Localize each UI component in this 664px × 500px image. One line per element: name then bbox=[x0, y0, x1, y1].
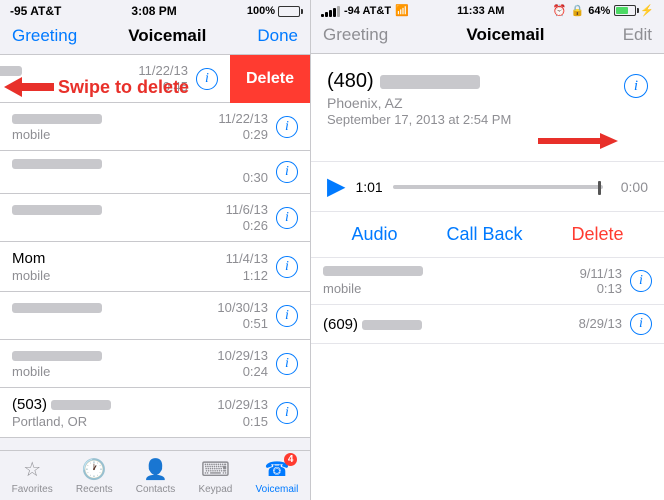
time-right: 11:33 AM bbox=[457, 5, 504, 17]
star-icon: ☆ bbox=[23, 457, 41, 482]
left-panel: -95 AT&T 3:08 PM 100% Greeting Voicemail… bbox=[0, 0, 310, 500]
title-right: Voicemail bbox=[466, 25, 544, 45]
info-icon-5[interactable]: i bbox=[276, 256, 298, 278]
vm-row-5[interactable]: Mom 11/4/13 mobile 1:12 i bbox=[0, 242, 310, 292]
recents-icon: 🕐 bbox=[82, 457, 107, 482]
nav-bar-right: Greeting Voicemail Edit bbox=[311, 21, 664, 54]
blurred-name-6 bbox=[12, 303, 102, 313]
red-arrow-annotation bbox=[4, 75, 54, 99]
progress-thumb bbox=[598, 181, 601, 195]
status-bar-right: -94 AT&T 📶 11:33 AM ⏰ 🔒 64% ⚡ bbox=[311, 0, 664, 21]
lightning-icon: ⚡ bbox=[640, 4, 654, 17]
blurred-name-1 bbox=[0, 66, 22, 76]
contacts-icon: 👤 bbox=[143, 457, 168, 482]
carrier-left: -95 AT&T bbox=[10, 4, 61, 18]
red-arrow-right-area bbox=[327, 131, 648, 151]
audio-button[interactable]: Audio bbox=[351, 224, 397, 245]
greeting-right[interactable]: Greeting bbox=[323, 25, 388, 45]
info-icon-1[interactable]: i bbox=[196, 68, 218, 90]
swipe-label: Swipe to delete bbox=[58, 77, 189, 98]
caller-number: (480) bbox=[327, 70, 624, 93]
vm-mini-row-2[interactable]: (609) 8/29/13 i bbox=[311, 305, 664, 344]
caller-header: (480) Phoenix, AZ September 17, 2013 at … bbox=[327, 70, 648, 127]
tab-favorites[interactable]: ☆ Favorites bbox=[12, 457, 53, 495]
wifi-icon: 📶 bbox=[395, 4, 409, 17]
progress-bar[interactable] bbox=[393, 185, 603, 189]
info-icon-7[interactable]: i bbox=[276, 353, 298, 375]
battery-pct-right: 64% bbox=[588, 5, 610, 17]
blurred-name-7 bbox=[12, 351, 102, 361]
keypad-icon: ⌨ bbox=[201, 457, 230, 482]
vm-mini-row-1[interactable]: 9/11/13 mobile 0:13 i bbox=[311, 258, 664, 305]
done-btn-left[interactable]: Done bbox=[257, 26, 298, 46]
vm-row-8[interactable]: (503) 10/29/13 Portland, OR 0:15 i bbox=[0, 388, 310, 438]
tab-contacts[interactable]: 👤 Contacts bbox=[136, 457, 175, 495]
right-panel: -94 AT&T 📶 11:33 AM ⏰ 🔒 64% ⚡ Greeting V… bbox=[310, 0, 664, 500]
callback-button[interactable]: Call Back bbox=[446, 224, 522, 245]
info-icon-8[interactable]: i bbox=[276, 402, 298, 424]
blurred-name-2 bbox=[12, 114, 102, 124]
title-left: Voicemail bbox=[128, 26, 206, 46]
edit-btn-right[interactable]: Edit bbox=[623, 25, 652, 45]
action-row: Audio Call Back Delete bbox=[311, 212, 664, 258]
tab-voicemail[interactable]: ☎ 4 Voicemail bbox=[256, 457, 299, 495]
delete-btn-row-1[interactable]: Delete bbox=[230, 55, 310, 103]
play-button[interactable]: ▶ bbox=[327, 172, 345, 201]
info-icon-6[interactable]: i bbox=[276, 305, 298, 327]
caller-date: September 17, 2013 at 2:54 PM bbox=[327, 112, 624, 127]
battery-left: 100% bbox=[247, 5, 300, 17]
info-icon-2[interactable]: i bbox=[276, 116, 298, 138]
status-right-group: ⏰ 🔒 64% ⚡ bbox=[553, 4, 654, 17]
caller-info: (480) Phoenix, AZ September 17, 2013 at … bbox=[327, 70, 624, 127]
info-icon-detail[interactable]: i bbox=[624, 74, 648, 98]
info-icon-mini-2[interactable]: i bbox=[630, 313, 652, 335]
caller-number-blurred bbox=[380, 75, 480, 89]
battery-fill-right bbox=[616, 7, 628, 14]
alarm-icon: ⏰ bbox=[553, 4, 567, 17]
vm-row-7[interactable]: 10/29/13 mobile 0:24 i bbox=[0, 340, 310, 388]
player-time-left: 1:01 bbox=[355, 179, 382, 195]
battery-icon-right bbox=[614, 5, 636, 16]
caller-location: Phoenix, AZ bbox=[327, 95, 624, 111]
time-left: 3:08 PM bbox=[131, 4, 176, 18]
info-icon-4[interactable]: i bbox=[276, 207, 298, 229]
battery-icon-left bbox=[278, 6, 300, 17]
tab-recents[interactable]: 🕐 Recents bbox=[76, 457, 113, 495]
blurred-name-3 bbox=[12, 159, 102, 169]
delete-button-detail[interactable]: Delete bbox=[571, 224, 623, 245]
voicemail-badge: 4 bbox=[284, 453, 298, 466]
voicemail-list-left: 11/22/13 mobile 0:45 i Delete bbox=[0, 55, 310, 450]
carrier-right: -94 AT&T bbox=[344, 5, 391, 17]
tab-keypad[interactable]: ⌨ Keypad bbox=[198, 457, 232, 495]
greeting-btn-left[interactable]: Greeting bbox=[12, 26, 77, 46]
voicemail-detail: (480) Phoenix, AZ September 17, 2013 at … bbox=[311, 54, 664, 162]
player-area: ▶ 1:01 0:00 bbox=[311, 162, 664, 212]
annotation-container: 11/22/13 mobile 0:29 i Swipe to delete bbox=[0, 103, 310, 151]
nav-bar-left: Greeting Voicemail Done bbox=[0, 22, 310, 55]
lock-icon: 🔒 bbox=[571, 4, 585, 17]
status-bar-left: -95 AT&T 3:08 PM 100% bbox=[0, 0, 310, 22]
status-left-group: -94 AT&T 📶 bbox=[321, 4, 409, 17]
tab-bar-left: ☆ Favorites 🕐 Recents 👤 Contacts ⌨ Keypa… bbox=[0, 450, 310, 500]
signal-bars bbox=[321, 5, 340, 17]
voicemail-badge-container: ☎ 4 bbox=[264, 457, 289, 482]
vm-row-6[interactable]: 10/30/13 0:51 i bbox=[0, 292, 310, 340]
red-arrow-icon bbox=[4, 75, 54, 99]
vm-row-4[interactable]: 11/6/13 0:26 i bbox=[0, 194, 310, 242]
vm-row-3[interactable]: 0:30 i bbox=[0, 151, 310, 194]
blurred-name-4 bbox=[12, 205, 102, 215]
red-arrow-right-icon bbox=[538, 131, 618, 151]
player-time-right: 0:00 bbox=[613, 179, 648, 195]
mini-blurred-1 bbox=[323, 266, 423, 276]
info-icon-3[interactable]: i bbox=[276, 161, 298, 183]
info-icon-mini-1[interactable]: i bbox=[630, 270, 652, 292]
vm-row-2[interactable]: 11/22/13 mobile 0:29 i bbox=[0, 103, 310, 151]
